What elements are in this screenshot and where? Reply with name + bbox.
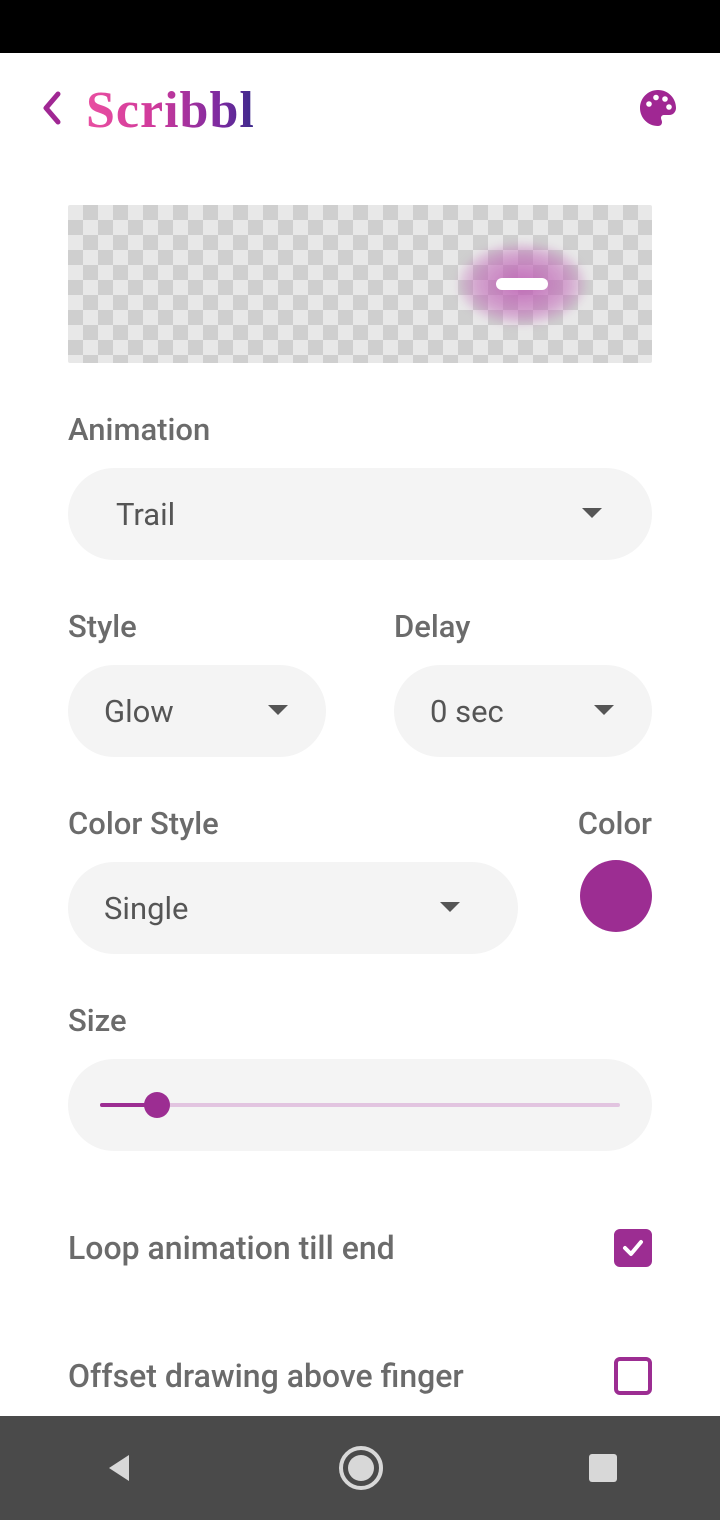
color-style-dropdown[interactable]: Single	[68, 862, 518, 954]
loop-label: Loop animation till end	[68, 1229, 395, 1267]
preview-stroke	[496, 278, 548, 290]
animation-dropdown[interactable]: Trail	[68, 468, 652, 560]
style-label: Style	[68, 608, 326, 645]
chevron-down-icon	[438, 899, 462, 918]
loop-checkbox[interactable]	[614, 1229, 652, 1267]
back-button[interactable]	[40, 90, 62, 130]
palette-button[interactable]	[636, 86, 680, 134]
offset-option-row[interactable]: Offset drawing above finger	[68, 1357, 652, 1395]
offset-label: Offset drawing above finger	[68, 1357, 464, 1395]
header-left: Scribbl	[40, 81, 255, 140]
settings-content: Animation Trail Style Glow Delay 0 sec C…	[0, 167, 720, 1416]
style-value: Glow	[104, 693, 174, 730]
delay-label: Delay	[394, 608, 652, 645]
color-style-label: Color Style	[68, 805, 518, 842]
slider-track	[100, 1103, 620, 1107]
animation-value: Trail	[116, 496, 175, 533]
nav-back-button[interactable]	[103, 1451, 133, 1485]
status-bar	[0, 0, 720, 53]
system-nav-bar	[0, 1416, 720, 1520]
color-style-value: Single	[104, 890, 188, 927]
style-dropdown[interactable]: Glow	[68, 665, 326, 757]
loop-option-row[interactable]: Loop animation till end	[68, 1229, 652, 1267]
chevron-down-icon	[580, 505, 604, 524]
app-header: Scribbl	[0, 53, 720, 167]
size-slider[interactable]	[68, 1059, 652, 1151]
size-label: Size	[68, 1002, 652, 1039]
chevron-down-icon	[266, 702, 290, 721]
preview-canvas[interactable]	[68, 205, 652, 363]
chevron-down-icon	[592, 702, 616, 721]
slider-thumb[interactable]	[144, 1092, 170, 1118]
delay-dropdown[interactable]: 0 sec	[394, 665, 652, 757]
color-swatch[interactable]	[580, 860, 652, 932]
delay-value: 0 sec	[430, 693, 504, 730]
nav-recent-button[interactable]	[589, 1454, 617, 1482]
nav-home-button[interactable]	[339, 1446, 383, 1490]
offset-checkbox[interactable]	[614, 1357, 652, 1395]
app-logo: Scribbl	[86, 81, 255, 140]
animation-label: Animation	[68, 411, 652, 448]
color-label: Color	[578, 805, 652, 842]
